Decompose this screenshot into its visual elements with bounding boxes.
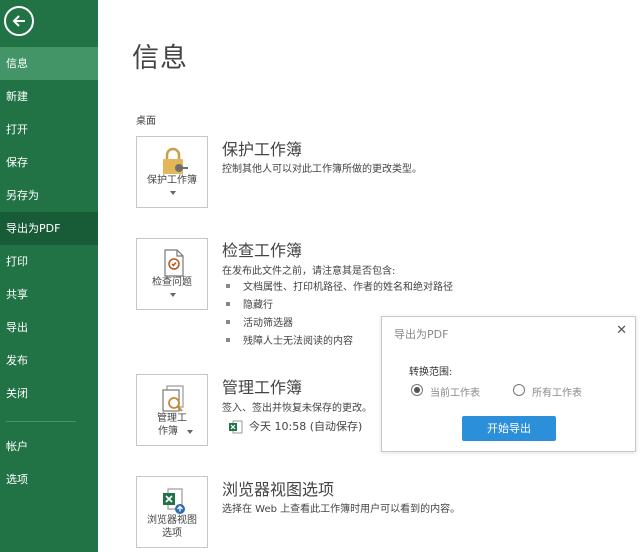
sidebar-item-export[interactable]: 导出 — [0, 311, 98, 344]
sidebar-item-info[interactable]: 信息 — [0, 47, 98, 80]
sidebar-divider — [6, 421, 76, 422]
browser-view-options-button-label: 选项 — [162, 528, 182, 539]
sidebar-item-export-pdf[interactable]: 导出为PDF — [0, 212, 98, 245]
sidebar-item-save[interactable]: 保存 — [0, 146, 98, 179]
sidebar-item-share[interactable]: 共享 — [0, 278, 98, 311]
page-title: 信息 — [132, 43, 188, 74]
sidebar-item-publish[interactable]: 发布 — [0, 344, 98, 377]
sidebar-item-save-as[interactable]: 另存为 — [0, 179, 98, 212]
inspect-workbook-title: 检查工作簿 — [222, 241, 303, 260]
manage-documents-icon — [162, 385, 184, 412]
sidebar-item-new[interactable]: 新建 — [0, 80, 98, 113]
manage-workbook-button-label: 管理工 — [157, 413, 187, 424]
dialog-title: 导出为PDF — [394, 328, 449, 341]
sidebar-item-print[interactable]: 打印 — [0, 245, 98, 278]
autosave-version-text: 今天 10:58 (自动保存) — [249, 420, 363, 433]
protect-workbook-button-label: 保护工作簿 — [147, 175, 197, 186]
protect-workbook-description: 控制其他人可以对此工作簿所做的更改类型。 — [222, 164, 422, 175]
excel-file-icon — [229, 420, 243, 434]
lock-key-icon — [163, 147, 188, 174]
sidebar-item-account[interactable]: 帐户 — [0, 430, 98, 463]
browser-view-options-button-label: 浏览器视图 — [147, 515, 197, 526]
export-pdf-dialog: 导出为PDF ✕ 转换范围: 当前工作表 所有工作表 开始导出 — [381, 316, 636, 452]
conversion-range-label: 转换范围: — [409, 367, 453, 378]
check-for-issues-button[interactable]: 检查问题 — [136, 238, 208, 310]
protect-workbook-title: 保护工作簿 — [222, 140, 303, 159]
inspect-workbook-description: 在发布此文件之前，请注意其是否包含: — [222, 266, 396, 277]
protect-workbook-button[interactable]: 保护工作簿 — [136, 136, 208, 208]
sidebar-item-open[interactable]: 打开 — [0, 113, 98, 146]
file-location: 桌面 — [136, 116, 156, 127]
browser-view-options-description: 选择在 Web 上查看此工作簿时用户可以看到的内容。 — [222, 504, 461, 515]
radio-current-sheet-label[interactable]: 当前工作表 — [430, 384, 480, 399]
check-for-issues-button-label: 检查问题 — [152, 277, 192, 288]
browser-view-options-title: 浏览器视图选项 — [222, 480, 335, 499]
radio-all-sheets[interactable] — [513, 384, 525, 396]
list-item: 活动筛选器 — [226, 314, 293, 329]
sidebar-item-options[interactable]: 选项 — [0, 463, 98, 496]
manage-workbook-title: 管理工作簿 — [222, 378, 303, 397]
autosave-version-link[interactable]: 今天 10:58 (自动保存) — [229, 418, 362, 434]
close-icon[interactable]: ✕ — [616, 323, 627, 338]
back-arrow-icon[interactable] — [4, 6, 34, 36]
excel-browser-icon — [163, 488, 185, 514]
radio-current-sheet[interactable] — [411, 384, 423, 396]
document-inspect-icon — [164, 249, 184, 277]
browser-view-options-button[interactable]: 浏览器视图 选项 — [136, 476, 208, 548]
list-item: 残障人士无法阅读的内容 — [226, 332, 353, 347]
chevron-down-icon — [187, 430, 193, 434]
chevron-down-icon — [170, 191, 176, 195]
chevron-down-icon — [170, 293, 176, 297]
radio-all-sheets-label[interactable]: 所有工作表 — [532, 384, 582, 399]
list-item: 文档属性、打印机路径、作者的姓名和绝对路径 — [226, 278, 453, 293]
manage-workbook-button[interactable]: 管理工 作簿 — [136, 374, 208, 446]
start-export-button[interactable]: 开始导出 — [462, 416, 556, 441]
manage-workbook-description: 签入、签出并恢复未保存的更改。 — [222, 403, 372, 414]
backstage-sidebar: 信息 新建 打开 保存 另存为 导出为PDF 打印 共享 导出 发布 关闭 帐户… — [0, 0, 98, 552]
sidebar-item-close[interactable]: 关闭 — [0, 377, 98, 410]
list-item: 隐藏行 — [226, 296, 273, 311]
